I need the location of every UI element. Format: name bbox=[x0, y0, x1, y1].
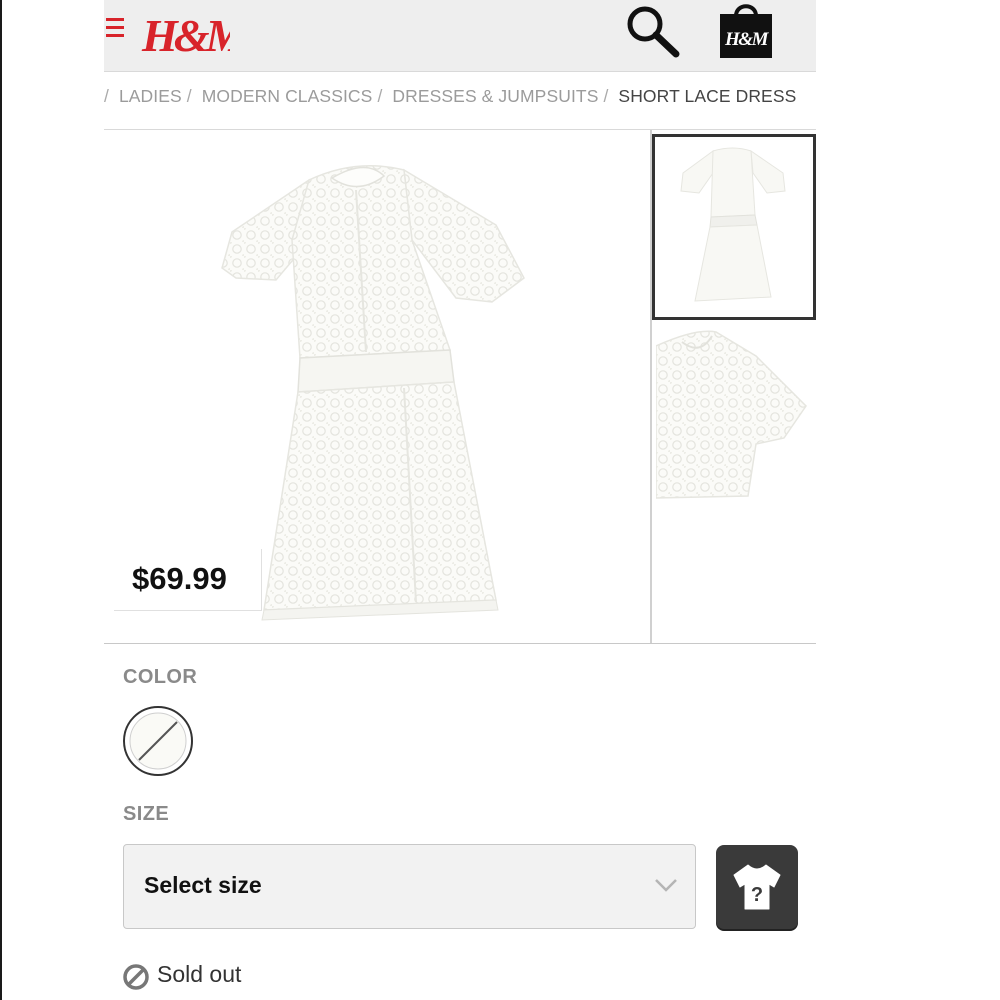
size-label: SIZE bbox=[123, 803, 170, 825]
breadcrumb-item-ladies[interactable]: LADIES bbox=[119, 86, 187, 106]
thumbnail-detail[interactable] bbox=[656, 326, 816, 506]
size-select[interactable]: Select size bbox=[123, 844, 696, 929]
white-swatch-icon[interactable] bbox=[121, 704, 195, 778]
screen-edge bbox=[0, 0, 2, 1000]
breadcrumb-separator: / bbox=[104, 86, 109, 106]
breadcrumb: / LADIES / MODERN CLASSICS / DRESSES & JUM… bbox=[104, 86, 816, 116]
color-label: COLOR bbox=[123, 666, 198, 688]
breadcrumb-separator: / bbox=[603, 86, 609, 106]
search-icon[interactable] bbox=[622, 2, 684, 60]
svg-text:?: ? bbox=[751, 884, 763, 906]
breadcrumb-separator: / bbox=[377, 86, 383, 106]
size-guide-button[interactable]: ? bbox=[716, 845, 798, 929]
svg-text:H&M: H&M bbox=[724, 29, 770, 50]
breadcrumb-separator: / bbox=[186, 86, 192, 106]
product-price: $69.99 bbox=[132, 561, 227, 596]
chevron-down-icon bbox=[655, 879, 677, 892]
breadcrumb-item-dresses-jumpsuits[interactable]: DRESSES & JUMPSUITS bbox=[392, 86, 603, 106]
divider bbox=[104, 643, 816, 644]
size-select-value: Select size bbox=[144, 872, 262, 898]
sold-out-text: Sold out bbox=[157, 961, 242, 987]
breadcrumb-item-modern-classics[interactable]: MODERN CLASSICS bbox=[202, 86, 378, 106]
product-page: H&M H&M / LADIES/ MODERN CLASSICS/ DRESS… bbox=[104, 0, 816, 1000]
site-header: H&M H&M bbox=[104, 0, 816, 72]
shirt-question-icon: ? bbox=[733, 864, 781, 910]
breadcrumb-item-current: SHORT LACE DRESS bbox=[618, 86, 797, 106]
price-box: $69.99 bbox=[114, 549, 262, 611]
thumbnail-front[interactable] bbox=[652, 134, 816, 320]
hm-logo[interactable]: H&M bbox=[140, 4, 230, 60]
shopping-bag-icon[interactable]: H&M bbox=[716, 0, 776, 62]
svg-text:H&M: H&M bbox=[141, 10, 230, 60]
menu-icon[interactable] bbox=[104, 18, 126, 42]
prohibited-icon bbox=[123, 964, 149, 990]
